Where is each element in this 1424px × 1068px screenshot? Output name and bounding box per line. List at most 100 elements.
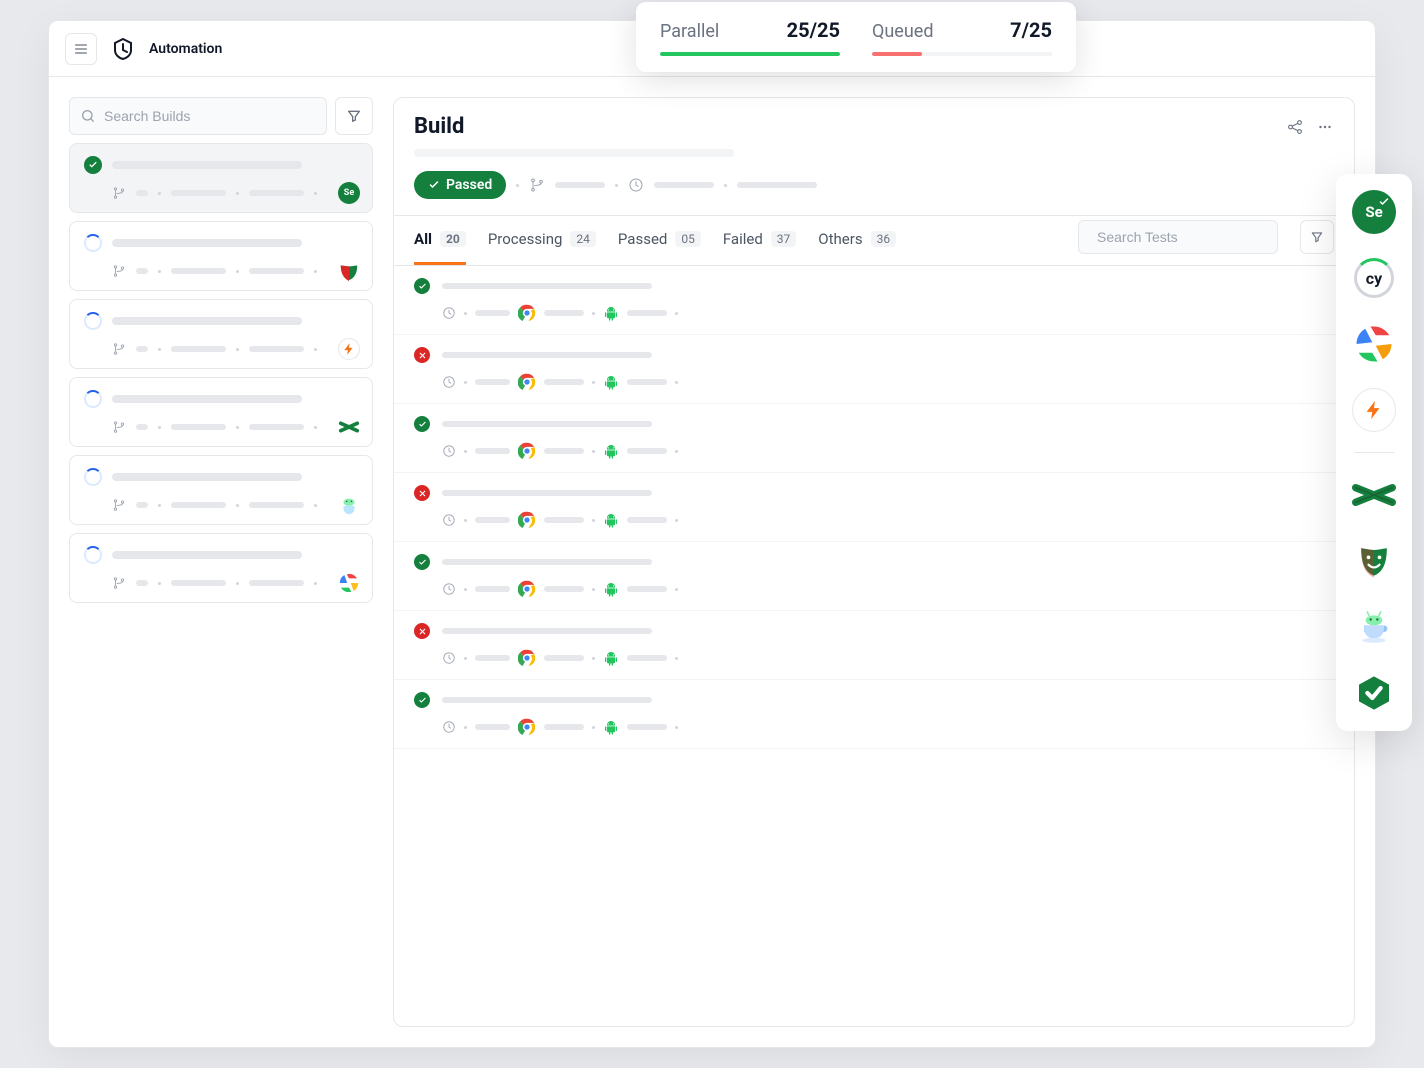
tool-selenium[interactable]: Se [1350, 188, 1398, 236]
filter-button[interactable] [335, 97, 373, 135]
build-title: Build [414, 114, 1286, 139]
meta-skeleton [249, 346, 304, 352]
tab-all[interactable]: All20 [414, 216, 466, 265]
stat-queued: Queued 7/25 [872, 18, 1052, 56]
tests-filter-button[interactable] [1300, 220, 1334, 254]
test-row[interactable] [394, 473, 1354, 542]
tool-bolt[interactable] [1350, 386, 1398, 434]
separator-dot [464, 726, 467, 729]
test-row[interactable] [394, 335, 1354, 404]
meta-skeleton [475, 517, 510, 523]
build-name-skeleton [112, 473, 302, 481]
progress-bar [660, 52, 840, 56]
separator-dot [592, 726, 595, 729]
build-card[interactable] [69, 377, 373, 447]
build-card[interactable] [69, 455, 373, 525]
meta-skeleton [544, 448, 584, 454]
separator-dot [592, 657, 595, 660]
separator-dot [675, 588, 678, 591]
separator-dot [675, 726, 678, 729]
test-row[interactable] [394, 680, 1354, 749]
stat-label: Parallel [660, 21, 719, 42]
tab-others[interactable]: Others36 [818, 216, 896, 265]
clock-icon [442, 306, 456, 320]
branch-icon [112, 420, 126, 434]
search-icon [80, 108, 96, 124]
status-running-icon [84, 390, 102, 408]
meta-skeleton [627, 310, 667, 316]
progress-fill [660, 52, 840, 56]
test-name-skeleton [442, 628, 652, 634]
tab-processing[interactable]: Processing24 [488, 216, 596, 265]
build-card[interactable] [69, 299, 373, 369]
meta-skeleton [475, 379, 510, 385]
separator-dot [675, 381, 678, 384]
tab-count: 20 [440, 231, 466, 247]
toolstrip-divider [1354, 452, 1394, 453]
build-card[interactable] [69, 221, 373, 291]
status-badge: Passed [414, 171, 506, 199]
test-row[interactable] [394, 404, 1354, 473]
build-name-skeleton [112, 317, 302, 325]
separator-dot [724, 184, 727, 187]
tab-passed[interactable]: Passed05 [618, 216, 701, 265]
menu-button[interactable] [65, 33, 97, 65]
test-name-skeleton [442, 352, 652, 358]
tab-failed[interactable]: Failed37 [723, 216, 796, 265]
separator-dot [314, 270, 317, 273]
build-card[interactable] [69, 533, 373, 603]
meta-skeleton [249, 190, 304, 196]
meta-skeleton [249, 502, 304, 508]
tool-cypress[interactable]: cy [1350, 254, 1398, 302]
meta-skeleton [544, 655, 584, 661]
meta-skeleton [737, 182, 817, 188]
stat-value: 7/25 [1010, 18, 1052, 42]
separator-dot [464, 312, 467, 315]
toolstrip: Se cy [1336, 174, 1412, 731]
separator-dot [592, 588, 595, 591]
app-window: Automation [48, 20, 1376, 1048]
clock-icon [442, 444, 456, 458]
more-button[interactable] [1316, 118, 1334, 136]
status-running-icon [84, 546, 102, 564]
meta-skeleton [136, 190, 148, 196]
meta-skeleton [475, 655, 510, 661]
tool-aperture[interactable] [1350, 320, 1398, 368]
separator-dot [464, 519, 467, 522]
build-name-skeleton [112, 551, 302, 559]
status-label: Passed [446, 177, 492, 193]
separator-dot [314, 348, 317, 351]
separator-dot [675, 312, 678, 315]
share-button[interactable] [1286, 118, 1304, 136]
build-card[interactable]: Se [69, 143, 373, 213]
tool-espresso[interactable] [1350, 603, 1398, 651]
android-icon [603, 374, 619, 390]
meta-skeleton [249, 424, 304, 430]
search-tests[interactable] [1078, 220, 1278, 254]
meta-skeleton [627, 724, 667, 730]
tool-cross[interactable] [1350, 471, 1398, 519]
search-tests-input[interactable] [1097, 229, 1278, 245]
test-row[interactable] [394, 611, 1354, 680]
progress-fill [872, 52, 922, 56]
separator-dot [464, 588, 467, 591]
search-builds-input[interactable] [104, 108, 316, 124]
separator-dot [675, 519, 678, 522]
tool-check[interactable] [1350, 669, 1398, 717]
body: Se [49, 77, 1375, 1047]
tab-label: Processing [488, 230, 563, 248]
tab-label: Passed [618, 230, 667, 248]
search-builds[interactable] [69, 97, 327, 135]
test-name-skeleton [442, 283, 652, 289]
tool-playwright[interactable] [1350, 537, 1398, 585]
framework-badge-aperture [338, 572, 360, 594]
test-row[interactable] [394, 266, 1354, 335]
meta-skeleton [555, 182, 605, 188]
separator-dot [592, 450, 595, 453]
separator-dot [236, 270, 239, 273]
menu-icon [73, 41, 89, 57]
branch-icon [112, 186, 126, 200]
page-title: Automation [149, 41, 222, 57]
branch-icon [529, 177, 545, 193]
test-row[interactable] [394, 542, 1354, 611]
